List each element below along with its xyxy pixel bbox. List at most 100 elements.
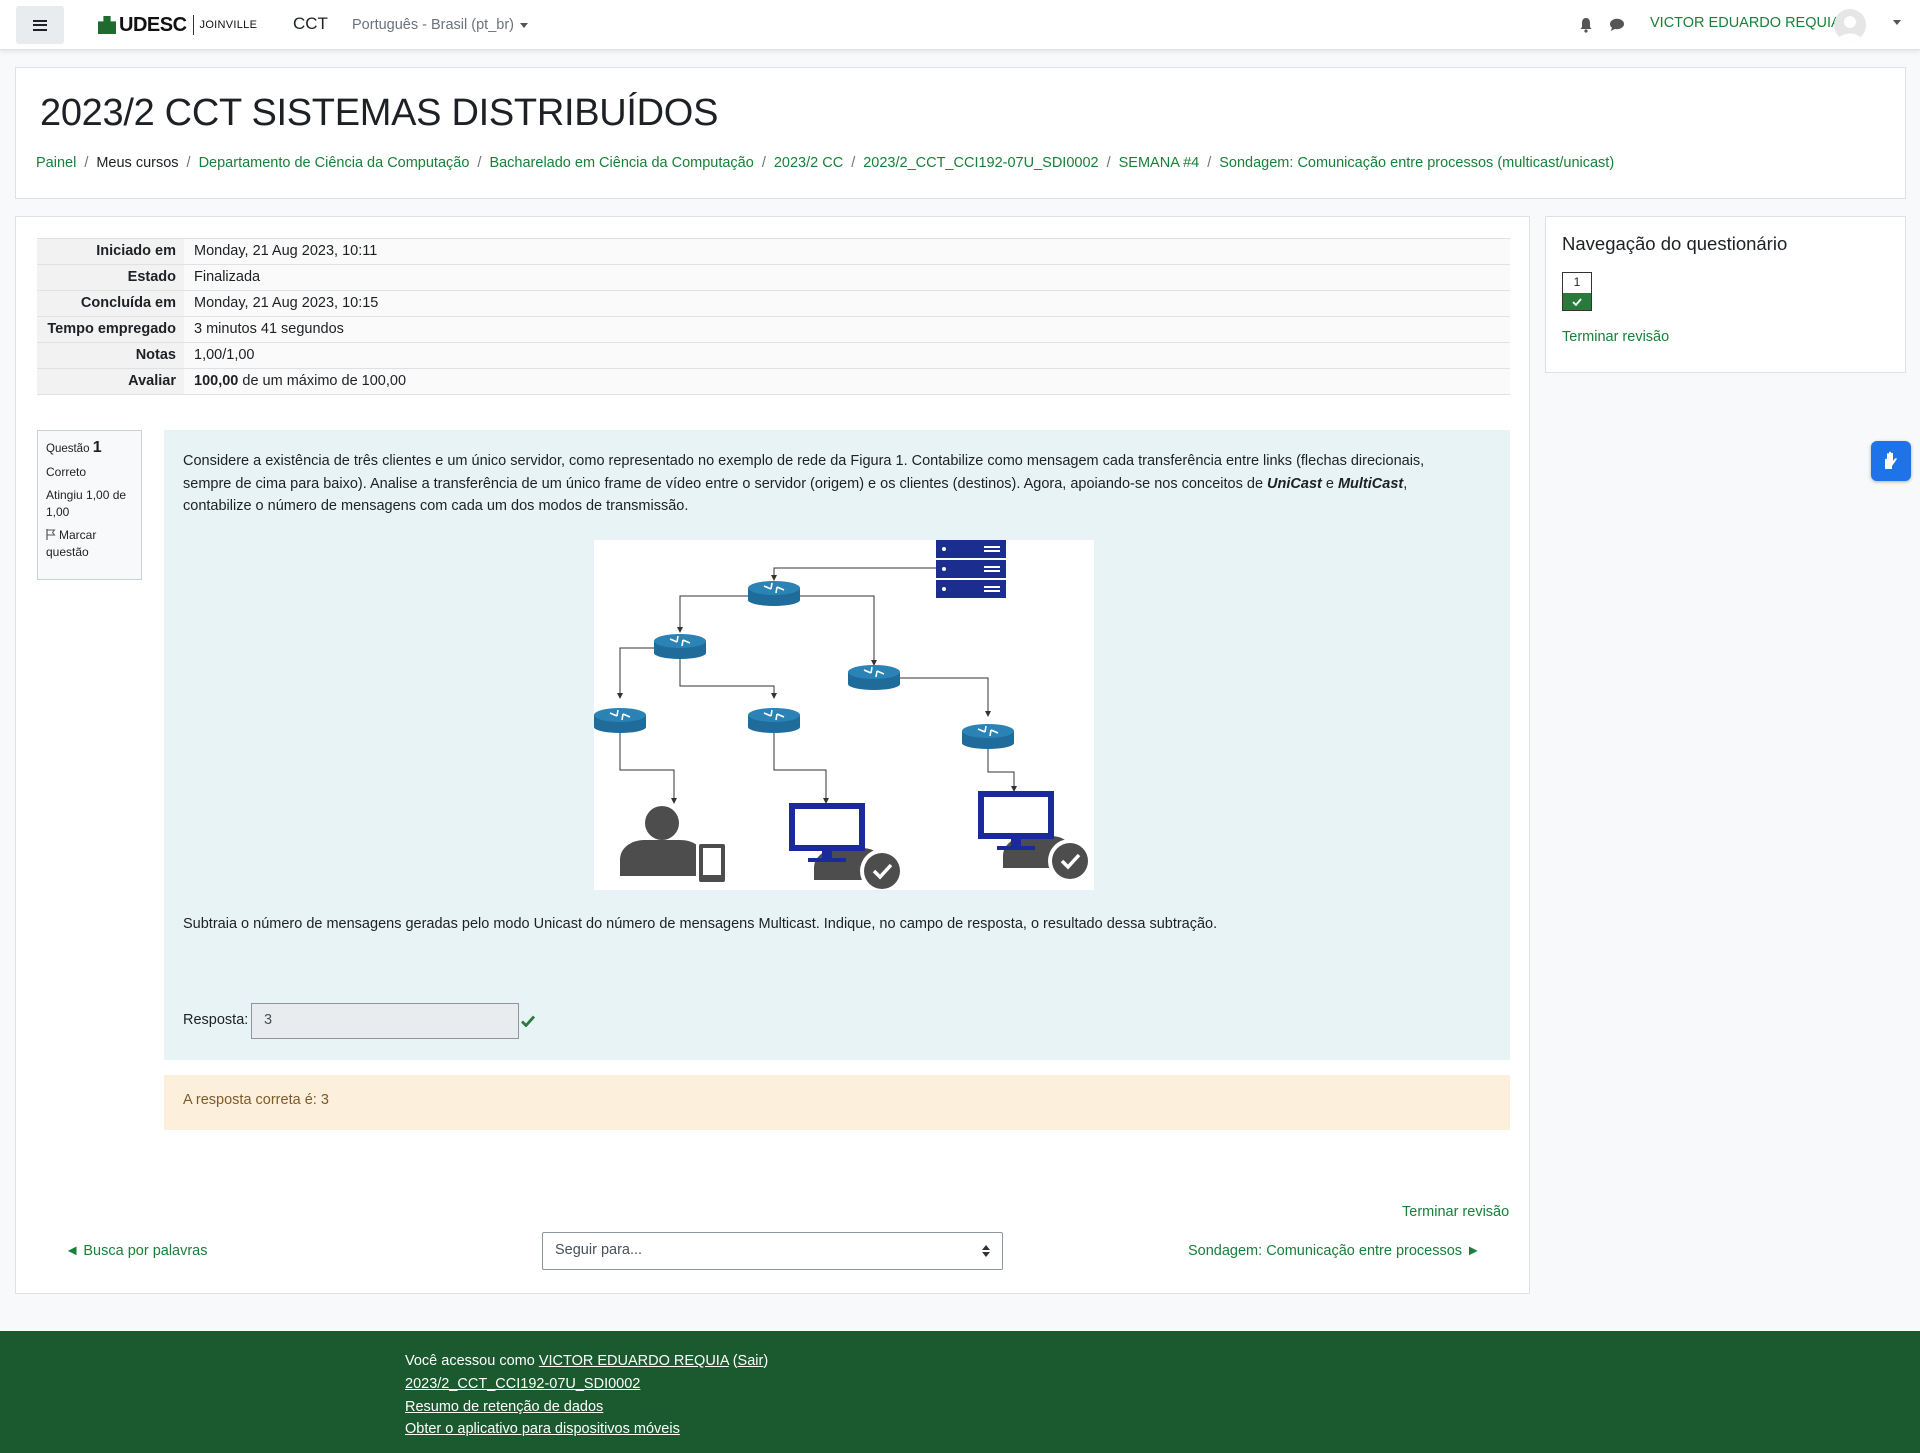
summary-value-time-taken: 3 minutos 41 segundos	[184, 316, 1510, 343]
router-icon	[747, 707, 801, 734]
mobile-app-link[interactable]: Obter o aplicativo para dispositivos móv…	[405, 1421, 680, 1437]
breadcrumb-separator: /	[84, 155, 89, 171]
term-multicast: MultiCast	[1337, 475, 1404, 492]
router-icon	[593, 707, 647, 734]
question-text: Considere a existência de três clientes …	[183, 450, 1473, 518]
breadcrumb-item-semester[interactable]: 2023/2 CC	[774, 155, 843, 171]
logged-in-info: Você acessou como VICTOR EDUARDO REQUIA …	[405, 1350, 768, 1373]
breadcrumb: Painel / Meus cursos / Departamento de Ciê…	[36, 155, 1614, 171]
quiz-navigation-title: Navegação do questionário	[1562, 233, 1788, 254]
table-row: Avaliar 100,00 de um máximo de 100,00	[37, 368, 1510, 395]
jump-to-select[interactable]: Seguir para...	[542, 1232, 1003, 1270]
user-name[interactable]: VICTOR EDUARDO REQUIA	[1650, 15, 1841, 31]
page-title: 2023/2 CCT SISTEMAS DISTRIBUÍDOS	[40, 92, 719, 134]
logout-link[interactable]: Sair	[738, 1353, 764, 1369]
flag-icon	[46, 529, 56, 540]
jump-to-placeholder: Seguir para...	[555, 1242, 643, 1258]
footer-links: Você acessou como VICTOR EDUARDO REQUIA …	[405, 1350, 768, 1441]
avatar[interactable]	[1834, 9, 1866, 41]
router-icon	[847, 664, 901, 691]
breadcrumb-separator: /	[1207, 155, 1212, 171]
question-state: Correto	[46, 465, 87, 479]
logout-paren-open: (	[728, 1353, 738, 1369]
breadcrumb-item-course[interactable]: 2023/2_CCT_CCI192-07U_SDI0002	[863, 155, 1098, 171]
question-number-value: 1	[92, 439, 102, 456]
breadcrumb-separator: /	[186, 155, 191, 171]
router-icon	[653, 633, 707, 660]
quiz-navigation-block: Navegação do questionário 1 Terminar rev…	[1545, 216, 1906, 373]
breadcrumb-item-meus-cursos: Meus cursos	[96, 155, 179, 171]
summary-value-state: Finalizada	[184, 264, 1510, 291]
chevron-down-icon	[519, 22, 528, 28]
breadcrumb-separator: /	[851, 155, 856, 171]
question-instruction: Subtraia o número de mensagens geradas p…	[183, 916, 1218, 932]
table-row: Iniciado em Monday, 21 Aug 2023, 10:11	[37, 238, 1510, 265]
summary-label-time-taken: Tempo empregado	[37, 316, 184, 343]
footer-course-link[interactable]: 2023/2_CCT_CCI192-07U_SDI0002	[405, 1376, 640, 1392]
user-menu-chevron-icon[interactable]	[1893, 20, 1901, 25]
breadcrumb-separator: /	[477, 155, 482, 171]
drawer-toggle-button[interactable]	[16, 6, 64, 44]
language-menu[interactable]: Português - Brasil (pt_br)	[352, 17, 528, 33]
summary-label-marks: Notas	[37, 342, 184, 369]
flag-question-button[interactable]: Marcar questão	[46, 527, 133, 561]
logo-brand-main: UDESC	[119, 13, 187, 36]
breadcrumb-separator: /	[761, 155, 766, 171]
desktop-user-icon	[789, 803, 904, 893]
finish-review-link[interactable]: Terminar revisão	[1402, 1204, 1509, 1220]
desktop-user-icon	[978, 791, 1092, 883]
udesc-logo-mark	[98, 16, 116, 34]
hand-signs-icon	[1885, 451, 1897, 469]
attempt-summary-table: Iniciado em Monday, 21 Aug 2023, 10:11 E…	[37, 238, 1510, 395]
summary-value-started: Monday, 21 Aug 2023, 10:11	[184, 238, 1510, 265]
answer-label: Resposta:	[183, 1012, 249, 1028]
question-formulation: Considere a existência de três clientes …	[164, 430, 1510, 1060]
question-nav-button-1[interactable]: 1	[1562, 272, 1592, 311]
correct-check-icon	[521, 1015, 535, 1027]
summary-value-completed: Monday, 21 Aug 2023, 10:15	[184, 290, 1510, 317]
breadcrumb-item-painel[interactable]: Painel	[36, 155, 76, 171]
summary-label-grade: Avaliar	[37, 368, 184, 395]
select-arrows-icon	[982, 1245, 990, 1257]
grade-max: de um máximo de 100,00	[238, 373, 407, 389]
breadcrumb-item-bacharelado[interactable]: Bacharelado em Ciência da Computação	[489, 155, 753, 171]
page-footer: Você acessou como VICTOR EDUARDO REQUIA …	[0, 1331, 1920, 1453]
breadcrumb-item-departamento[interactable]: Departamento de Ciência da Computação	[199, 155, 470, 171]
logged-in-prefix: Você acessou como	[405, 1353, 539, 1369]
top-navbar: UDESC JOINVILLE CCT Português - Brasil (…	[0, 0, 1920, 50]
table-row: Concluída em Monday, 21 Aug 2023, 10:15	[37, 290, 1510, 317]
table-row: Tempo empregado 3 minutos 41 segundos	[37, 316, 1510, 343]
chat-icon[interactable]	[1609, 18, 1625, 32]
footer-profile-link[interactable]: VICTOR EDUARDO REQUIA	[539, 1353, 729, 1369]
summary-value-marks: 1,00/1,00	[184, 342, 1510, 369]
site-logo[interactable]: UDESC JOINVILLE	[98, 13, 257, 37]
question-info: Questão 1 Correto Atingiu 1,00 de 1,00 M…	[37, 430, 142, 580]
question-number-label: Questão	[46, 443, 90, 455]
question-number: Questão 1	[46, 439, 133, 458]
breadcrumb-item-quiz[interactable]: Sondagem: Comunicação entre processos (m…	[1219, 155, 1614, 171]
network-diagram	[593, 540, 1092, 893]
summary-label-state: Estado	[37, 264, 184, 291]
mobile-user-icon	[620, 806, 728, 885]
router-icon	[747, 580, 801, 607]
answer-field[interactable]: 3	[251, 1003, 519, 1039]
finish-review-link-sidebar[interactable]: Terminar revisão	[1562, 329, 1669, 345]
logout-paren-close: )	[763, 1353, 769, 1369]
sign-language-accessibility-button[interactable]	[1871, 441, 1911, 481]
previous-activity-link[interactable]: ◄ Busca por palavras	[65, 1243, 208, 1259]
breadcrumb-item-week[interactable]: SEMANA #4	[1119, 155, 1200, 171]
hamburger-icon	[33, 19, 47, 31]
bell-icon[interactable]	[1579, 17, 1593, 33]
summary-label-started: Iniciado em	[37, 238, 184, 265]
site-name[interactable]: CCT	[293, 14, 328, 34]
correct-answer-feedback: A resposta correta é: 3	[164, 1075, 1510, 1130]
next-activity-link[interactable]: Sondagem: Comunicação entre processos ►	[1188, 1243, 1480, 1259]
data-retention-link[interactable]: Resumo de retenção de dados	[405, 1399, 603, 1415]
grade-value: 100,00	[194, 373, 239, 389]
question-text-and: e	[1321, 475, 1338, 492]
server-icon	[936, 540, 1006, 598]
logo-brand-sub: JOINVILLE	[199, 19, 258, 31]
breadcrumb-separator: /	[1106, 155, 1111, 171]
summary-value-grade: 100,00 de um máximo de 100,00	[184, 368, 1510, 395]
page-header: 2023/2 CCT SISTEMAS DISTRIBUÍDOS Painel /…	[15, 67, 1906, 199]
